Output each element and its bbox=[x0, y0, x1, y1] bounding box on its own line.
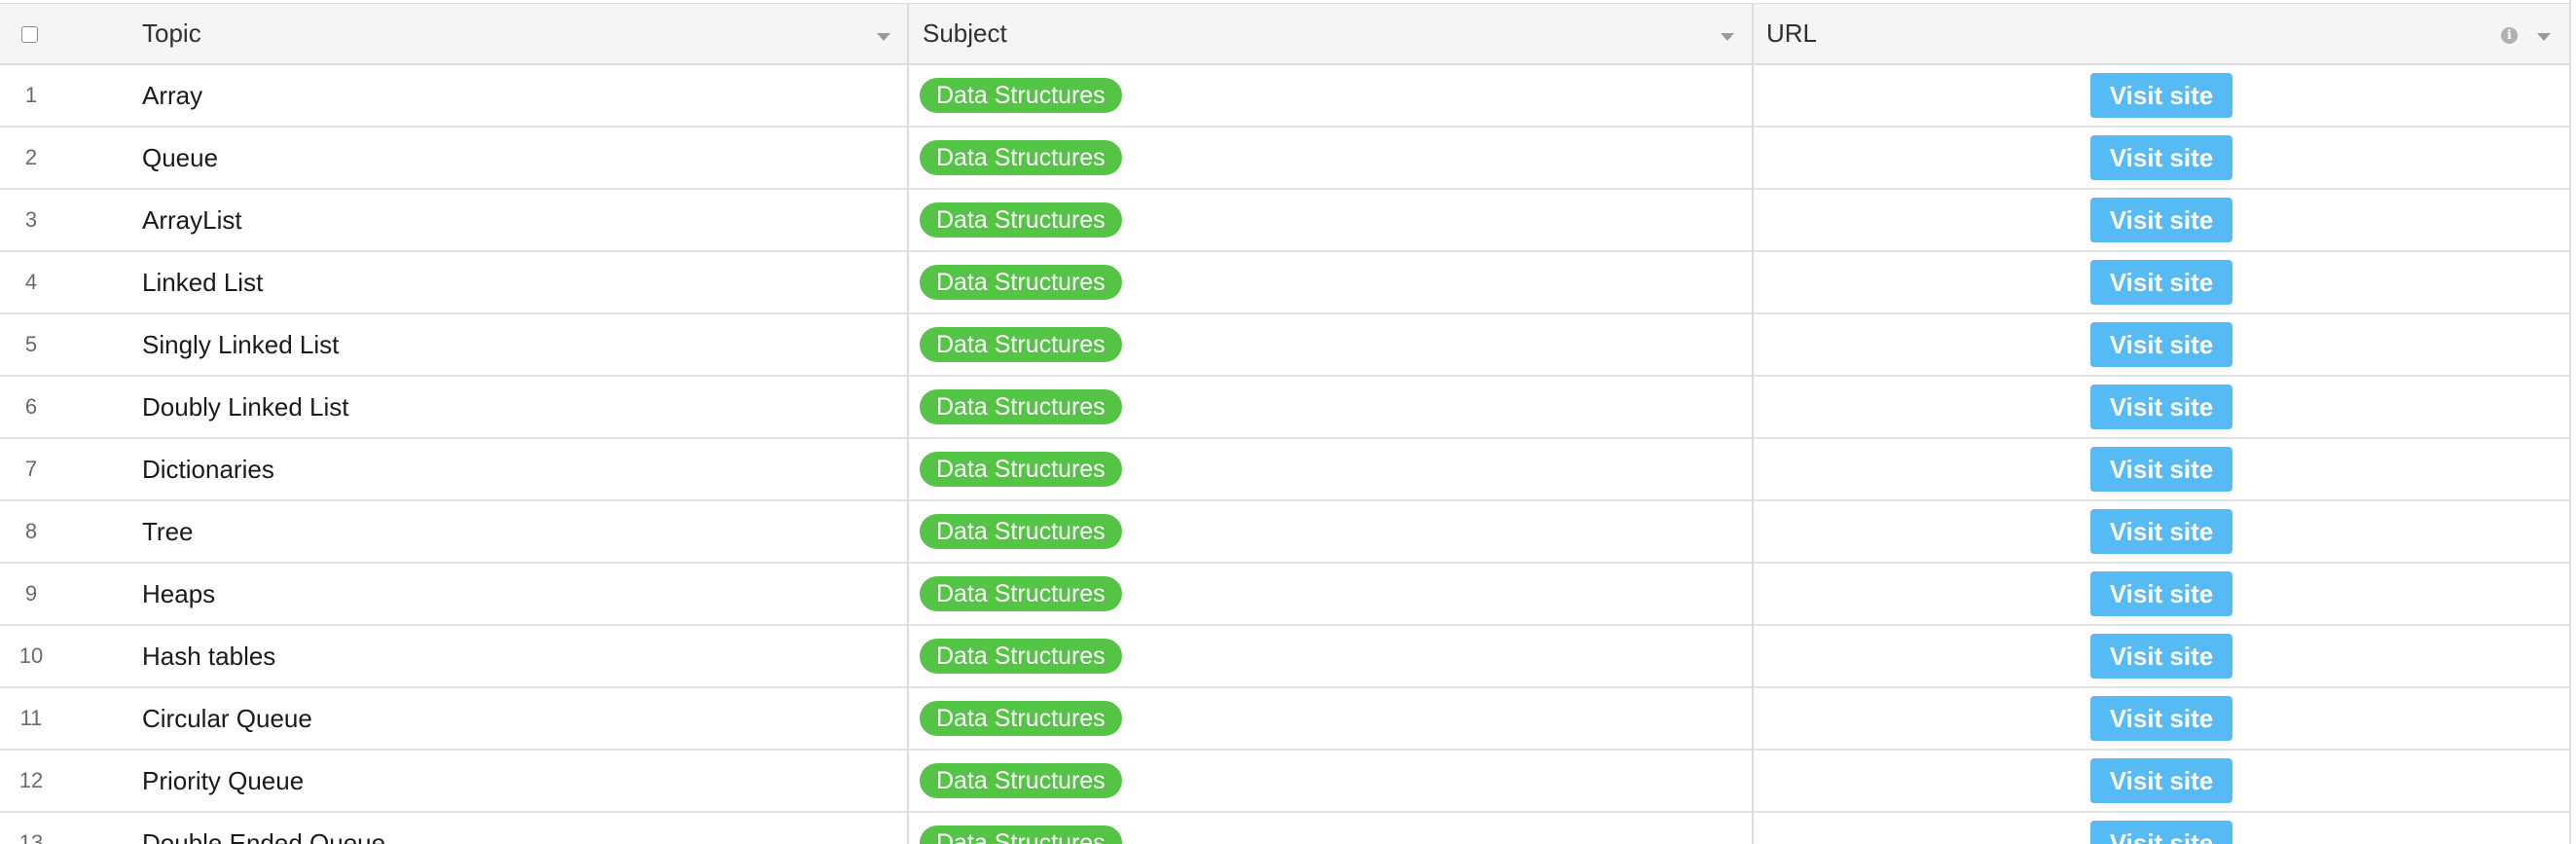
table-row[interactable]: 3 ArrayList Data Structures Visit site bbox=[0, 190, 2571, 252]
topic-cell[interactable]: Heaps bbox=[142, 564, 215, 624]
subject-tag[interactable]: Data Structures bbox=[920, 140, 1122, 175]
visit-site-button[interactable]: Visit site bbox=[2090, 73, 2232, 118]
topic-cell[interactable]: Linked List bbox=[142, 252, 263, 312]
subject-tag[interactable]: Data Structures bbox=[920, 327, 1122, 362]
row-number: 3 bbox=[24, 207, 38, 232]
table-row[interactable]: 5 Singly Linked List Data Structures Visit … bbox=[0, 314, 2571, 377]
grid-header: Topic Subject URL i bbox=[0, 3, 2571, 65]
subject-tag[interactable]: Data Structures bbox=[920, 452, 1122, 487]
grid-right-edge bbox=[2569, 0, 2571, 844]
row-number: 8 bbox=[24, 519, 38, 543]
column-divider bbox=[1752, 3, 1754, 844]
table-row[interactable]: 9 Heaps Data Structures Visit site bbox=[0, 564, 2571, 626]
column-header-topic-label: Topic bbox=[142, 18, 201, 48]
subject-tag[interactable]: Data Structures bbox=[920, 576, 1122, 611]
topic-cell[interactable]: Double Ended Queue bbox=[142, 813, 385, 844]
table-row[interactable]: 6 Doubly Linked List Data Structures Visit … bbox=[0, 377, 2571, 439]
table-row[interactable]: 2 Queue Data Structures Visit site bbox=[0, 128, 2571, 190]
table-row[interactable]: 11 Circular Queue Data Structures Visit sit… bbox=[0, 688, 2571, 751]
table-row[interactable]: 13 Double Ended Queue Data Structures Visit… bbox=[0, 813, 2571, 844]
data-grid: Topic Subject URL i 1 Array Data Structure… bbox=[0, 0, 2576, 844]
visit-site-button[interactable]: Visit site bbox=[2090, 135, 2232, 180]
subject-tag[interactable]: Data Structures bbox=[920, 514, 1122, 549]
topic-cell[interactable]: Array bbox=[142, 65, 202, 126]
subject-tag[interactable]: Data Structures bbox=[920, 763, 1122, 798]
table-row[interactable]: 7 Dictionaries Data Structures Visit site bbox=[0, 439, 2571, 501]
row-number: 6 bbox=[24, 394, 38, 419]
subject-tag[interactable]: Data Structures bbox=[920, 639, 1122, 674]
row-number: 12 bbox=[18, 768, 44, 792]
topic-cell[interactable]: Doubly Linked List bbox=[142, 377, 348, 437]
row-number: 4 bbox=[24, 270, 38, 294]
visit-site-button[interactable]: Visit site bbox=[2090, 821, 2232, 844]
subject-tag[interactable]: Data Structures bbox=[920, 265, 1122, 300]
visit-site-button[interactable]: Visit site bbox=[2090, 260, 2232, 305]
subject-tag[interactable]: Data Structures bbox=[920, 78, 1122, 113]
row-number: 13 bbox=[18, 830, 44, 844]
select-all-checkbox[interactable] bbox=[21, 26, 38, 43]
table-row[interactable]: 1 Array Data Structures Visit site bbox=[0, 65, 2571, 128]
row-number: 1 bbox=[24, 83, 38, 107]
column-header-url[interactable]: URL bbox=[1766, 4, 1817, 63]
info-icon[interactable]: i bbox=[2501, 27, 2518, 44]
row-number: 7 bbox=[24, 457, 38, 481]
url-sort-caret-icon[interactable] bbox=[2537, 33, 2551, 41]
topic-cell[interactable]: ArrayList bbox=[142, 190, 242, 250]
table-row[interactable]: 4 Linked List Data Structures Visit site bbox=[0, 252, 2571, 314]
visit-site-button[interactable]: Visit site bbox=[2090, 571, 2232, 616]
row-number: 9 bbox=[24, 581, 38, 605]
table-row[interactable]: 10 Hash tables Data Structures Visit site bbox=[0, 626, 2571, 688]
topic-sort-caret-icon[interactable] bbox=[877, 33, 890, 41]
subject-tag[interactable]: Data Structures bbox=[920, 826, 1122, 844]
visit-site-button[interactable]: Visit site bbox=[2090, 385, 2232, 429]
table-row[interactable]: 12 Priority Queue Data Structures Visit sit… bbox=[0, 751, 2571, 813]
topic-cell[interactable]: Priority Queue bbox=[142, 751, 304, 811]
column-header-subject-label: Subject bbox=[923, 18, 1007, 48]
topic-cell[interactable]: Queue bbox=[142, 128, 218, 188]
topic-cell[interactable]: Dictionaries bbox=[142, 439, 274, 499]
topic-cell[interactable]: Circular Queue bbox=[142, 688, 312, 749]
visit-site-button[interactable]: Visit site bbox=[2090, 322, 2232, 367]
subject-tag[interactable]: Data Structures bbox=[920, 701, 1122, 736]
topic-cell[interactable]: Hash tables bbox=[142, 626, 275, 686]
table-row[interactable]: 8 Tree Data Structures Visit site bbox=[0, 501, 2571, 564]
topic-cell[interactable]: Singly Linked List bbox=[142, 314, 339, 375]
row-number: 2 bbox=[24, 145, 38, 169]
topic-cell[interactable]: Tree bbox=[142, 501, 194, 562]
subject-tag[interactable]: Data Structures bbox=[920, 389, 1122, 424]
visit-site-button[interactable]: Visit site bbox=[2090, 447, 2232, 492]
row-number: 11 bbox=[19, 706, 43, 730]
column-header-subject[interactable]: Subject bbox=[923, 4, 1007, 63]
visit-site-button[interactable]: Visit site bbox=[2090, 696, 2232, 741]
column-header-url-label: URL bbox=[1766, 18, 1818, 48]
visit-site-button[interactable]: Visit site bbox=[2090, 509, 2232, 554]
row-number: 5 bbox=[24, 332, 38, 356]
row-number: 10 bbox=[18, 643, 44, 668]
subject-tag[interactable]: Data Structures bbox=[920, 202, 1122, 238]
subject-sort-caret-icon[interactable] bbox=[1721, 33, 1734, 41]
column-divider bbox=[907, 3, 909, 844]
column-header-topic[interactable]: Topic bbox=[142, 4, 201, 63]
visit-site-button[interactable]: Visit site bbox=[2090, 198, 2232, 242]
visit-site-button[interactable]: Visit site bbox=[2090, 634, 2232, 679]
visit-site-button[interactable]: Visit site bbox=[2090, 758, 2232, 803]
